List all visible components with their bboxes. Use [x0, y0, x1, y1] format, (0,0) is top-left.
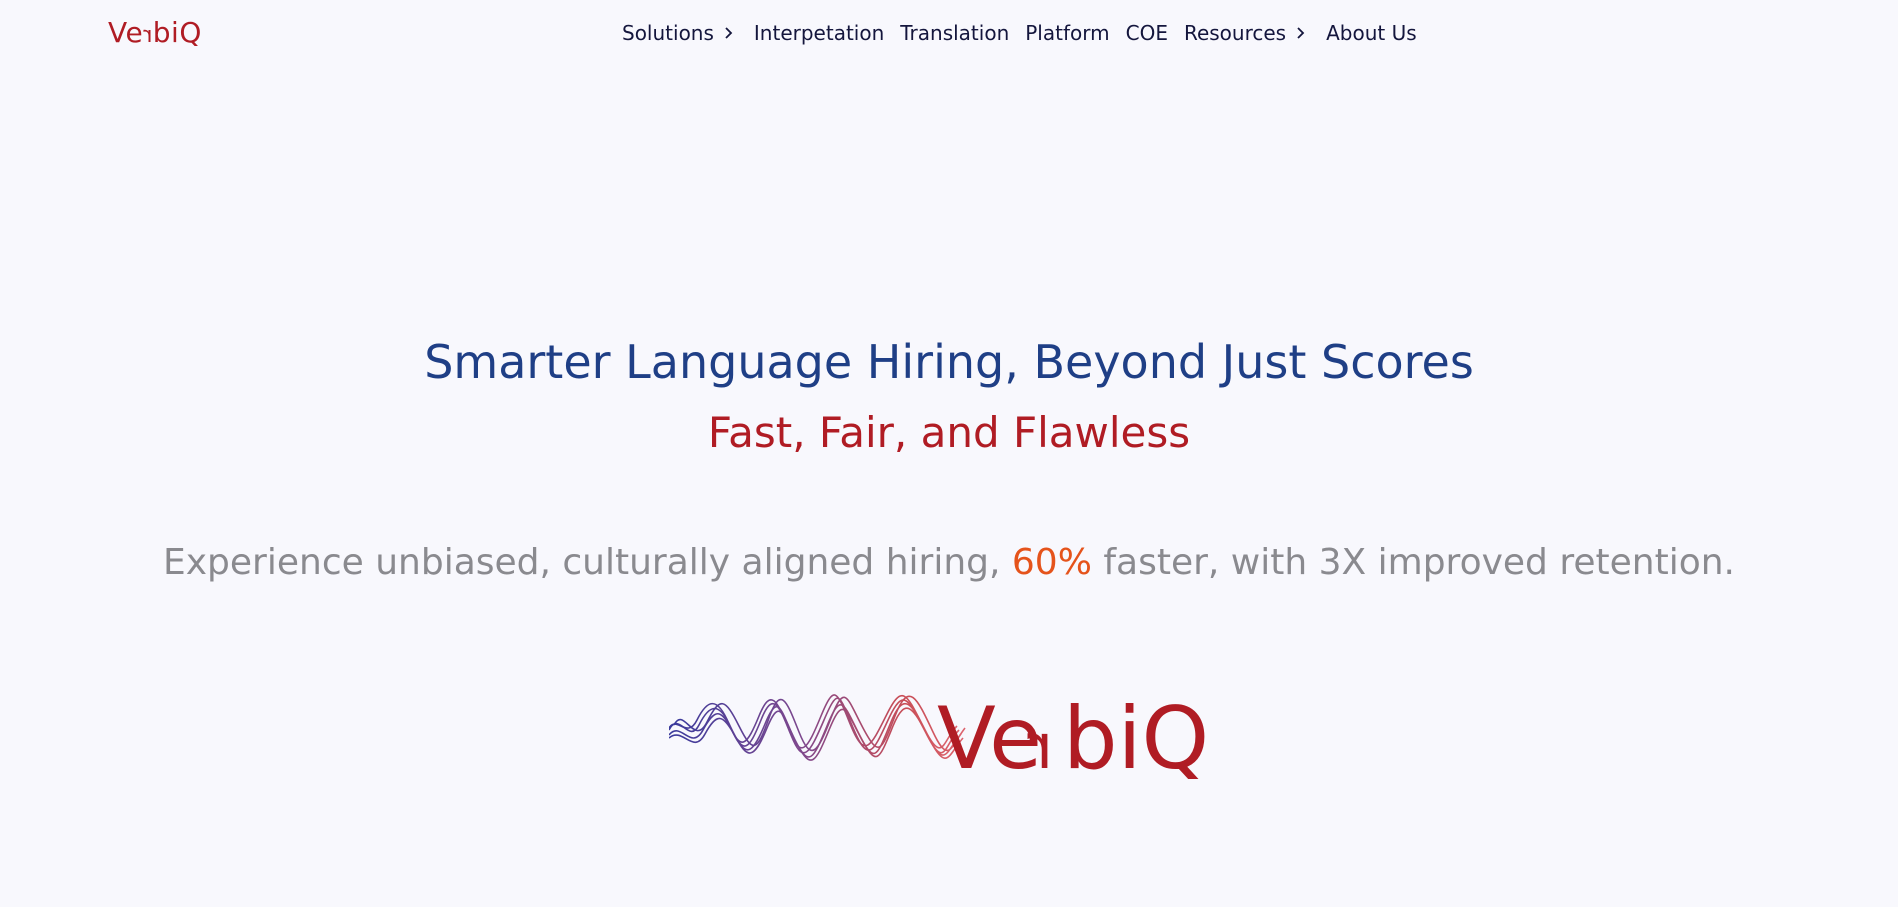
- nav-label-about-us: About Us: [1326, 21, 1417, 45]
- brand-logo-text-part1: Ve: [937, 690, 1042, 780]
- hero-tagline: Experience unbiased, culturally aligned …: [0, 542, 1898, 583]
- hero-subtitle: Fast, Fair, and Flawless: [707, 408, 1191, 457]
- nav-label-solutions: Solutions: [622, 21, 714, 45]
- nav-item-platform[interactable]: Platform: [1025, 21, 1109, 45]
- nav-item-coe[interactable]: COE: [1126, 21, 1168, 45]
- nav-item-about-us[interactable]: About Us: [1326, 21, 1417, 45]
- logo-text-part1: Ve: [108, 16, 144, 49]
- nav-item-translation[interactable]: Translation: [900, 21, 1009, 45]
- waveform-logo: [669, 694, 966, 761]
- nav-item-interpetation[interactable]: Interpetation: [754, 21, 884, 45]
- nav-label-interpetation: Interpetation: [753, 21, 885, 45]
- hero-title: Smarter Language Hiring, Beyond Just Sco…: [424, 335, 1474, 389]
- nav-item-resources[interactable]: Resources: [1184, 21, 1310, 45]
- header-logo[interactable]: Ve r biQ: [108, 16, 202, 49]
- tagline-text-before: Experience unbiased, culturally aligned …: [163, 542, 1012, 583]
- logo-text-flipped-r: r: [143, 23, 153, 48]
- nav-item-solutions[interactable]: Solutions: [622, 21, 738, 45]
- brand-logo-text-flipped-r: r: [1027, 710, 1053, 780]
- nav-label-coe: COE: [1125, 21, 1168, 45]
- chevron-right-icon: [1292, 24, 1310, 42]
- tagline-highlight-60: 60%: [1011, 542, 1092, 583]
- nav-label-platform: Platform: [1025, 21, 1110, 45]
- nav-label-resources: Resources: [1183, 21, 1287, 45]
- chevron-right-icon: [720, 24, 738, 42]
- main-nav: Solutions Interpetation Translation Plat…: [622, 21, 1417, 45]
- logo-text-part2: biQ: [152, 16, 202, 49]
- nav-label-translation: Translation: [900, 21, 1010, 45]
- tagline-text-after: faster, with 3X improved retention.: [1091, 542, 1735, 583]
- brand-logo-text-part2: biQ: [1063, 690, 1209, 780]
- brand-logo: Ve r biQ: [669, 690, 1209, 780]
